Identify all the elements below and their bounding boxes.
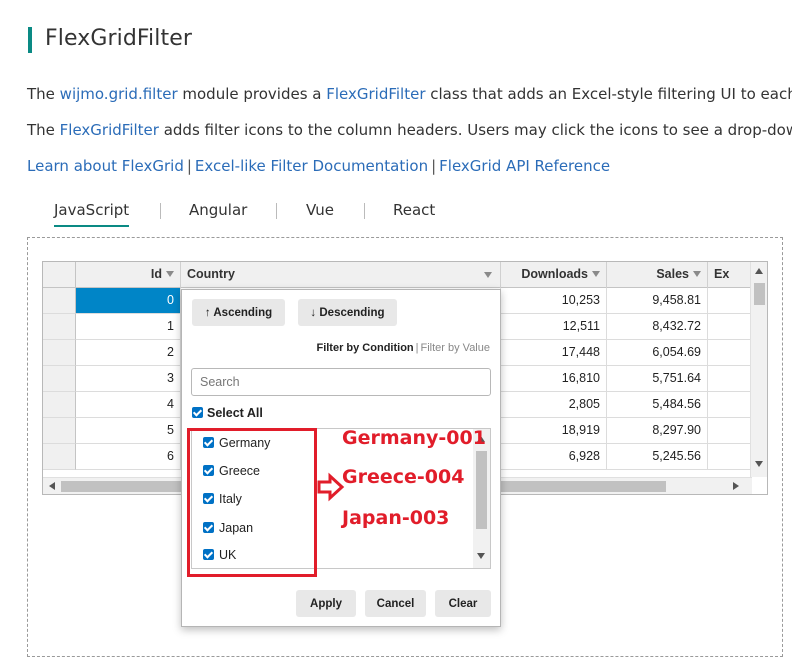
grid-cell-sales[interactable]: 5,245.56 <box>607 444 708 470</box>
grid-cell-sales[interactable]: 5,484.56 <box>607 392 708 418</box>
grid-cell-id[interactable]: 6 <box>76 444 181 470</box>
grid-cell-downloads[interactable]: 6,928 <box>501 444 607 470</box>
value-list-scroll-thumb[interactable] <box>476 451 487 529</box>
column-header-label: Id <box>151 267 162 281</box>
intro-paragraph: The wijmo.grid.filter module provides a … <box>27 85 792 103</box>
row-header[interactable] <box>43 288 76 314</box>
grid-cell-id[interactable]: 1 <box>76 314 181 340</box>
tab-separator <box>364 203 365 219</box>
grid-cell-id[interactable]: 3 <box>76 366 181 392</box>
sort-descending-button[interactable]: ↓ Descending <box>298 299 397 326</box>
tab-separator <box>160 203 161 219</box>
grid-cell-sales[interactable]: 6,054.69 <box>607 340 708 366</box>
flexgridfilter-link-2[interactable]: FlexGridFilter <box>60 121 159 139</box>
description-text: adds filter icons to the column headers.… <box>159 121 792 139</box>
tab-separator <box>276 203 277 219</box>
grid-cell-downloads[interactable]: 12,511 <box>501 314 607 340</box>
tab-react[interactable]: React <box>393 201 435 219</box>
checkbox-checked-icon[interactable] <box>192 407 203 418</box>
column-header-label: Country <box>187 267 235 281</box>
annotation-greece: Greece-004 <box>342 466 464 488</box>
filter-icon[interactable] <box>166 271 174 277</box>
column-header-label: Sales <box>656 267 689 281</box>
description-text: The <box>27 121 60 139</box>
filter-mode-separator: | <box>416 342 419 354</box>
search-input[interactable] <box>191 368 491 396</box>
title-accent-bar <box>28 27 32 53</box>
column-header-sales[interactable]: Sales <box>607 262 708 288</box>
grid-cell-sales[interactable]: 9,458.81 <box>607 288 708 314</box>
grid-cell-downloads[interactable]: 18,919 <box>501 418 607 444</box>
wijmo-grid-filter-link[interactable]: wijmo.grid.filter <box>60 85 178 103</box>
vertical-scrollbar[interactable] <box>750 262 767 477</box>
link-separator: | <box>187 157 192 175</box>
scroll-right-icon[interactable] <box>733 482 739 490</box>
annotation-germany: Germany-001 <box>342 427 486 449</box>
clear-button[interactable]: Clear <box>435 590 491 617</box>
row-header[interactable] <box>43 366 76 392</box>
select-all-checkbox[interactable]: Select All <box>192 406 263 420</box>
grid-cell-sales[interactable]: 8,432.72 <box>607 314 708 340</box>
row-header[interactable] <box>43 444 76 470</box>
cancel-button[interactable]: Cancel <box>365 590 426 617</box>
filter-icon[interactable] <box>592 271 600 277</box>
tab-javascript[interactable]: JavaScript <box>54 201 129 227</box>
row-header[interactable] <box>43 314 76 340</box>
apply-button[interactable]: Apply <box>296 590 356 617</box>
annotation-japan: Japan-003 <box>342 507 449 529</box>
grid-cell-downloads[interactable]: 10,253 <box>501 288 607 314</box>
top-left-cell <box>43 262 76 288</box>
column-header-id[interactable]: Id <box>76 262 181 288</box>
intro-text: module provides a <box>178 85 327 103</box>
grid-cell-downloads[interactable]: 16,810 <box>501 366 607 392</box>
filter-icon[interactable] <box>484 272 492 278</box>
vertical-scroll-thumb[interactable] <box>754 283 765 305</box>
grid-cell-sales[interactable]: 8,297.90 <box>607 418 708 444</box>
grid-cell-sales[interactable]: 5,751.64 <box>607 366 708 392</box>
select-all-label: Select All <box>207 406 263 420</box>
grid-cell-id[interactable]: 4 <box>76 392 181 418</box>
description-paragraph: The FlexGridFilter adds filter icons to … <box>27 121 792 139</box>
tab-angular[interactable]: Angular <box>189 201 247 219</box>
row-header[interactable] <box>43 340 76 366</box>
grid-cell-id[interactable]: 0 <box>76 288 181 314</box>
learn-flexgrid-link[interactable]: Learn about FlexGrid <box>27 157 184 175</box>
reference-links: Learn about FlexGrid|Excel-like Filter D… <box>27 157 610 175</box>
row-header[interactable] <box>43 418 76 444</box>
grid-header: Id Country Downloads Sales Ex <box>43 262 767 288</box>
scroll-up-icon[interactable] <box>755 268 763 274</box>
intro-text: class that adds an Excel-style filtering… <box>426 85 792 103</box>
row-header[interactable] <box>43 392 76 418</box>
column-header-label: Ex <box>714 267 729 281</box>
annotation-highlight-box <box>187 428 317 577</box>
filter-mode-switch: Filter by Condition|Filter by Value <box>316 342 490 354</box>
filter-by-condition-link[interactable]: Filter by Condition <box>316 342 413 354</box>
filter-icon[interactable] <box>693 271 701 277</box>
grid-cell-downloads[interactable]: 2,805 <box>501 392 607 418</box>
filter-by-value-link[interactable]: Filter by Value <box>421 342 491 354</box>
scroll-left-icon[interactable] <box>49 482 55 490</box>
tab-vue[interactable]: Vue <box>306 201 334 219</box>
column-header-label: Downloads <box>521 267 588 281</box>
filter-docs-link[interactable]: Excel-like Filter Documentation <box>195 157 428 175</box>
link-separator: | <box>431 157 436 175</box>
api-reference-link[interactable]: FlexGrid API Reference <box>439 157 610 175</box>
value-list-scrollbar[interactable] <box>473 429 490 568</box>
intro-text: The <box>27 85 60 103</box>
grid-cell-id[interactable]: 2 <box>76 340 181 366</box>
scroll-down-icon[interactable] <box>755 461 763 467</box>
page-title: FlexGridFilter <box>45 26 192 51</box>
grid-cell-downloads[interactable]: 17,448 <box>501 340 607 366</box>
grid-cell-id[interactable]: 5 <box>76 418 181 444</box>
column-header-country[interactable]: Country <box>181 262 501 288</box>
flexgridfilter-link[interactable]: FlexGridFilter <box>326 85 425 103</box>
column-header-downloads[interactable]: Downloads <box>501 262 607 288</box>
scroll-down-icon[interactable] <box>477 553 485 559</box>
sort-ascending-button[interactable]: ↑ Ascending <box>192 299 285 326</box>
